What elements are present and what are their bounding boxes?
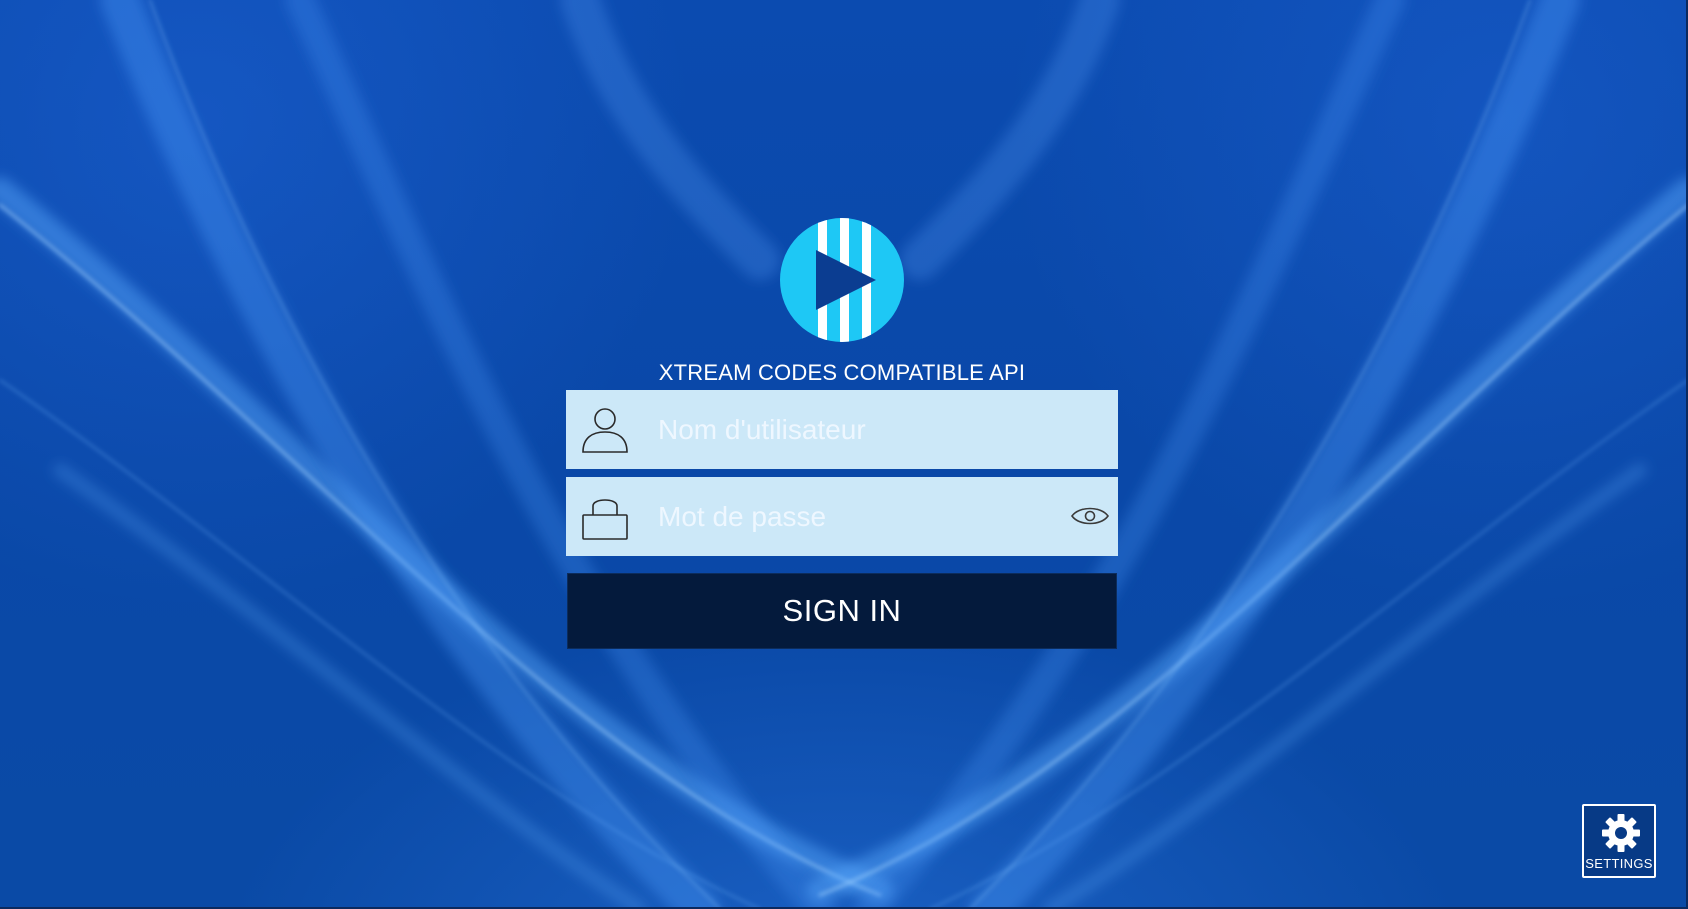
username-input[interactable]: [658, 390, 1058, 469]
password-field-container[interactable]: [566, 477, 1118, 556]
user-icon: [582, 408, 628, 453]
password-input[interactable]: [658, 477, 1058, 556]
login-screen: XTREAM CODES COMPATIBLE API SIGN IN: [0, 0, 1688, 909]
settings-label: SETTINGS: [1585, 856, 1653, 871]
lock-icon: [582, 499, 628, 540]
api-title: XTREAM CODES COMPATIBLE API: [658, 360, 1026, 385]
username-field-container[interactable]: [566, 390, 1118, 469]
settings-button[interactable]: SETTINGS: [1582, 804, 1656, 878]
sign-in-button[interactable]: SIGN IN: [567, 573, 1117, 649]
play-logo-icon: [780, 218, 904, 342]
gear-icon: [1602, 814, 1640, 852]
eye-icon[interactable]: [1070, 501, 1110, 531]
